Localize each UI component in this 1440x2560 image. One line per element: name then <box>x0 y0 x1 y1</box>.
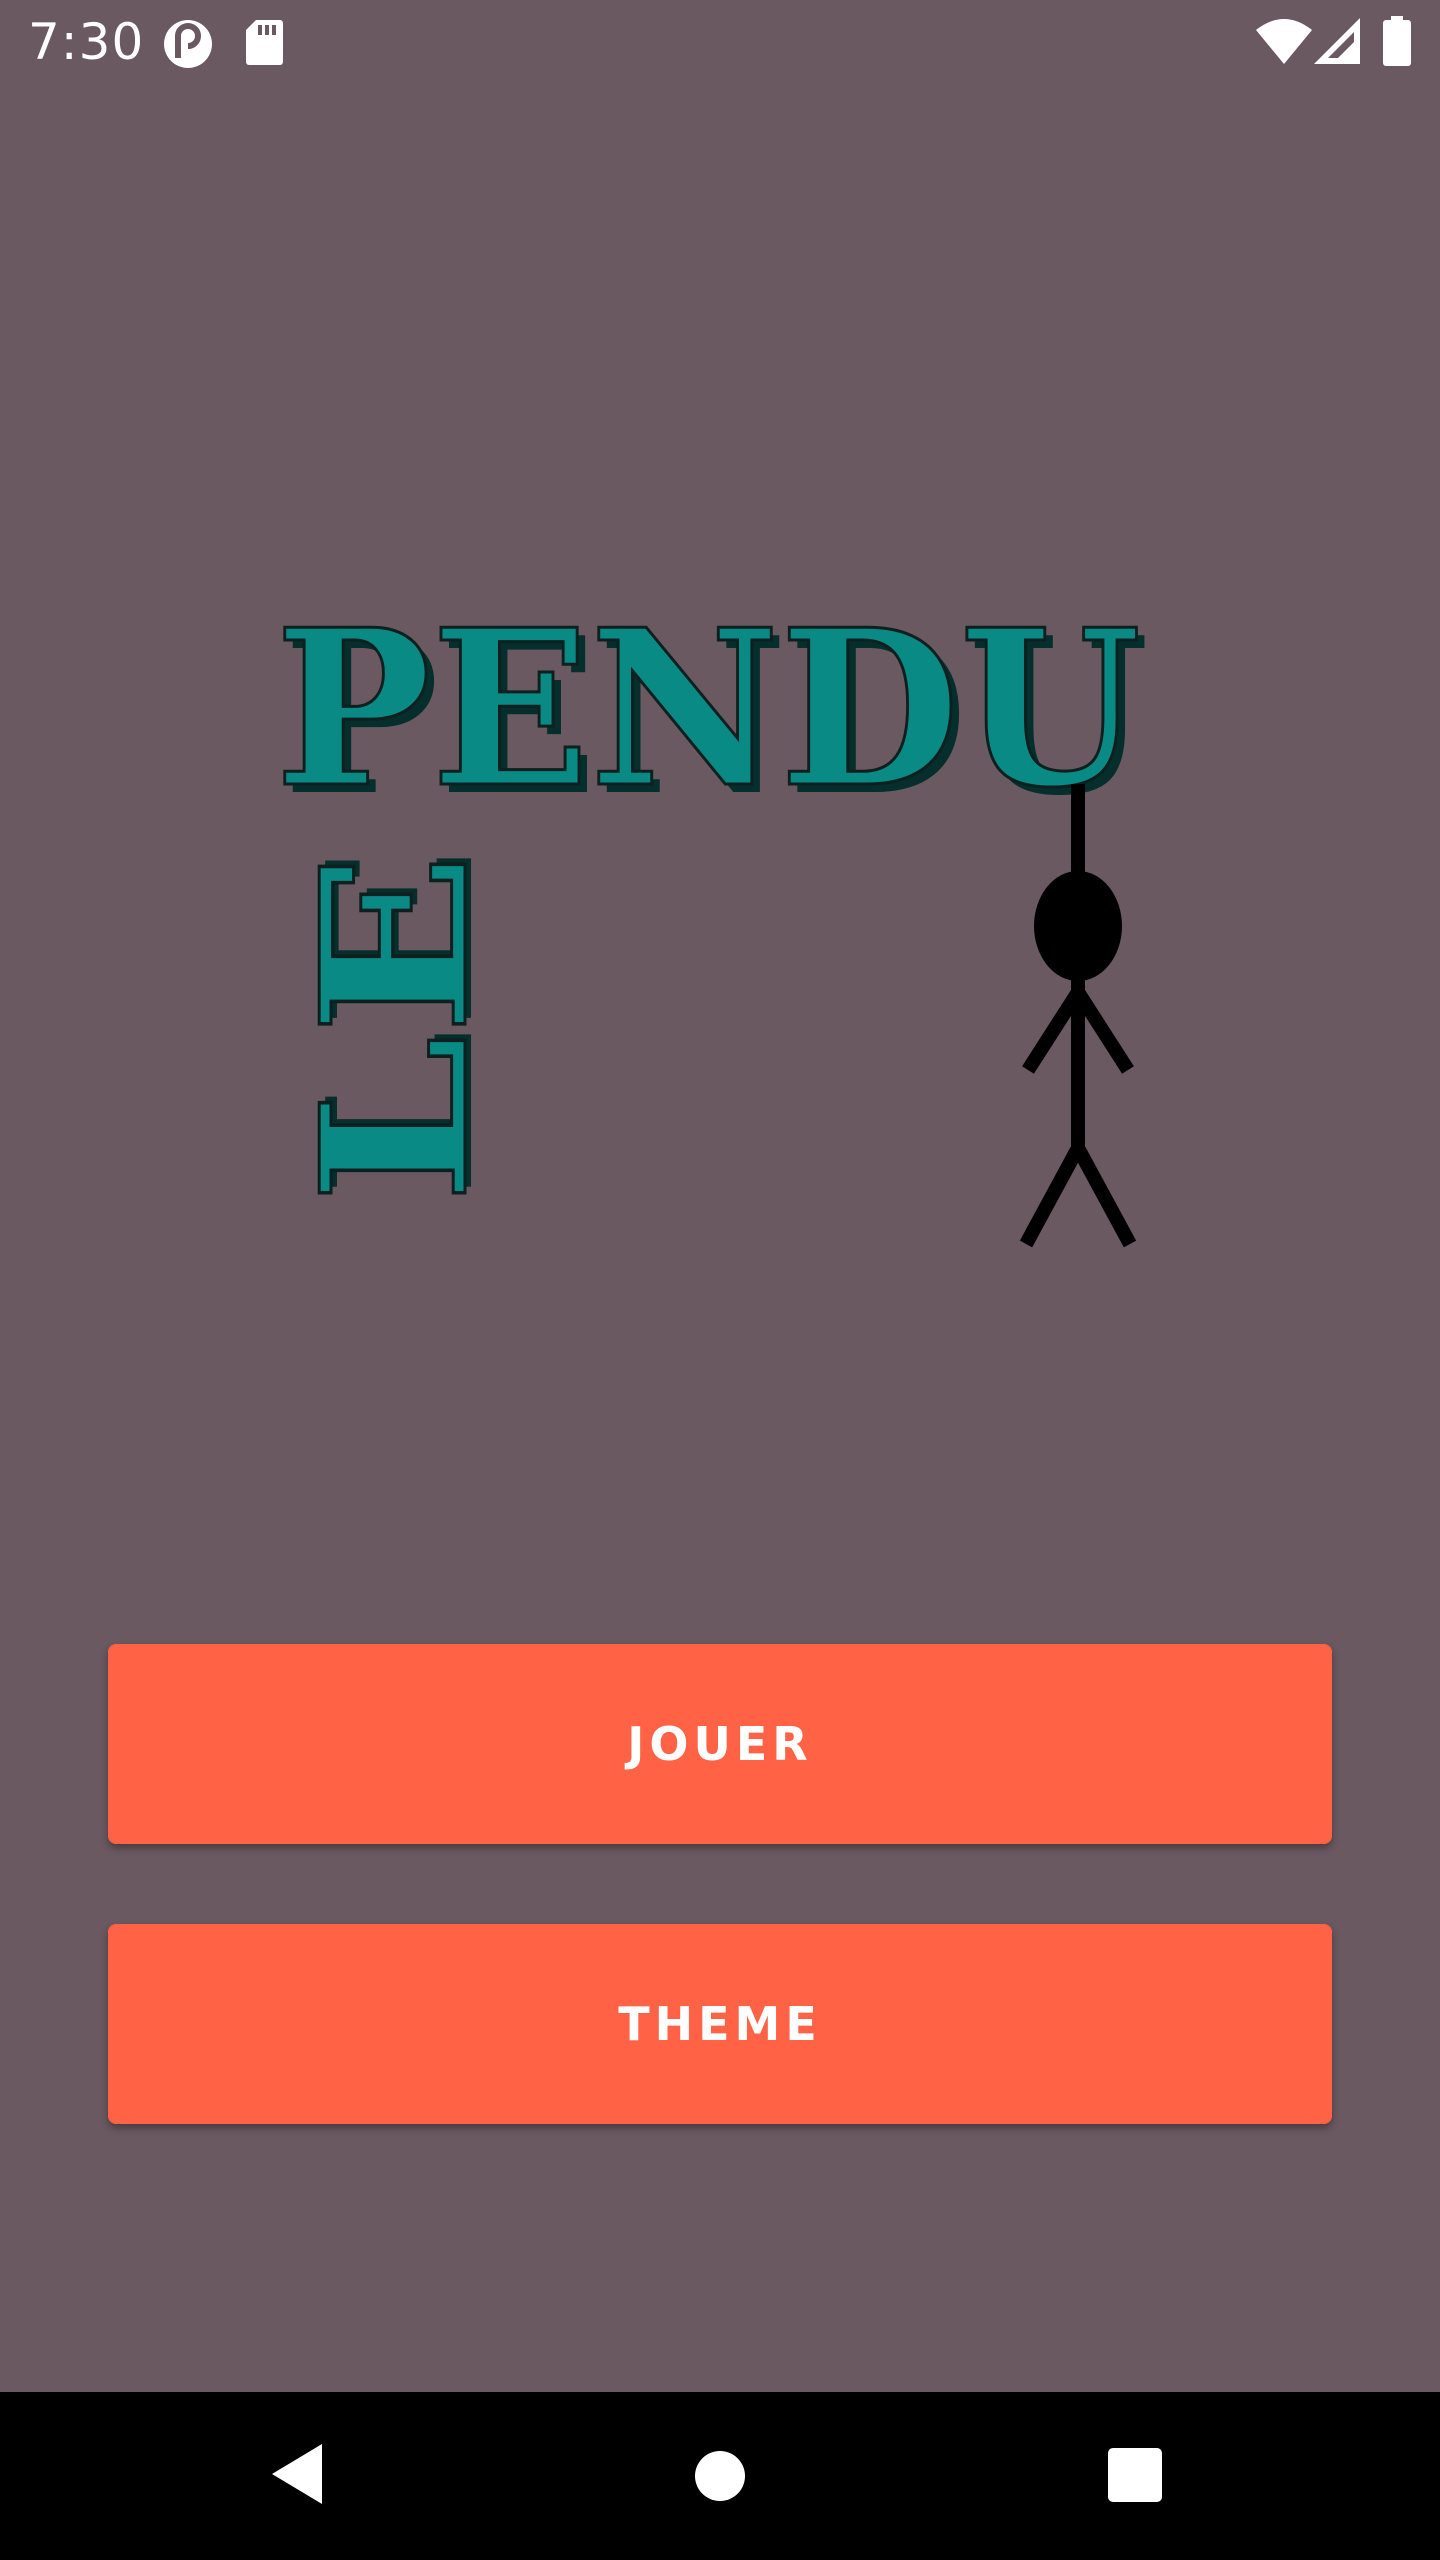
play-button[interactable]: JOUER <box>108 1644 1332 1844</box>
status-time: 7:30 <box>28 13 145 71</box>
status-bar: 7:30 <box>0 0 1440 84</box>
wifi-icon <box>1256 19 1312 64</box>
battery-icon <box>1383 16 1411 66</box>
logo-subtitle: LE <box>278 852 513 1204</box>
theme-button[interactable]: THEME <box>108 1924 1332 2124</box>
sd-card-icon <box>246 20 283 65</box>
navigation-bar <box>0 2392 1440 2560</box>
le-pendu-logo: PENDU PENDU LE LE <box>275 614 1149 1248</box>
pocket-casts-icon <box>164 20 212 68</box>
hangman-figure-icon <box>1019 784 1137 1248</box>
home-icon[interactable] <box>694 2450 746 2502</box>
back-icon[interactable] <box>270 2442 326 2506</box>
logo-title: PENDU <box>275 614 1141 835</box>
signal-icon <box>1314 18 1360 64</box>
recents-icon[interactable] <box>1108 2448 1162 2502</box>
